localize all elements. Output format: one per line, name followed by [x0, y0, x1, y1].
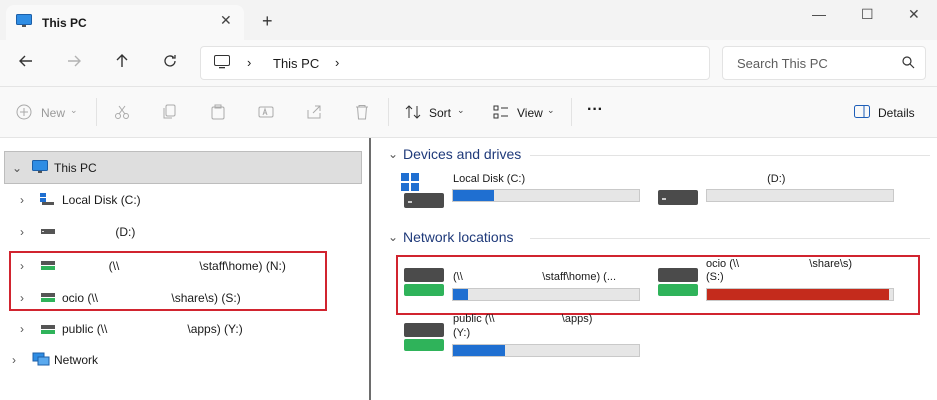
new-tab-button[interactable]: + [262, 11, 273, 32]
drive-name[interactable]: public (\\ \apps) [453, 313, 592, 325]
details-pane-icon [854, 105, 870, 118]
more-options-button[interactable]: ··· [587, 101, 603, 119]
cut-icon[interactable] [114, 104, 130, 120]
network-icon [32, 352, 50, 366]
chevron-down-icon[interactable]: ⌄ [388, 230, 398, 244]
tab-close-icon[interactable]: ✕ [220, 12, 232, 29]
chevron-down-icon: ⌄ [547, 105, 555, 115]
tab-title: This PC [42, 16, 87, 30]
usage-bar-fill [453, 190, 494, 201]
breadcrumb-this-pc[interactable]: This PC [273, 56, 319, 71]
refresh-button[interactable] [162, 53, 178, 74]
pane-splitter[interactable] [369, 138, 371, 400]
arrow-up-icon [116, 54, 128, 67]
highlight-box [9, 251, 327, 311]
monitor-icon [214, 55, 230, 69]
drive-icon [658, 190, 698, 205]
command-bar [0, 87, 937, 138]
breadcrumb-separator: › [247, 55, 252, 70]
windows-drive-icon [401, 173, 444, 208]
nav-label[interactable]: Local Disk (C:) [62, 193, 141, 207]
drive-name[interactable]: Local Disk (C:) [453, 173, 525, 185]
usage-bar [706, 189, 894, 202]
arrow-right-icon [68, 55, 81, 67]
new-button[interactable]: New [41, 106, 65, 120]
up-button[interactable] [114, 53, 130, 74]
drive-name[interactable]: (D:) [706, 173, 785, 185]
forward-button[interactable] [66, 53, 82, 74]
nav-label[interactable]: public (\\ \apps) (Y:) [62, 322, 243, 336]
chevron-down-icon[interactable]: ⌄ [388, 147, 398, 161]
copy-icon[interactable] [162, 104, 178, 120]
drive-icon [41, 229, 55, 234]
chevron-right-icon[interactable]: › [20, 225, 24, 239]
chevron-right-icon[interactable]: › [20, 322, 24, 336]
windows-drive-icon [40, 193, 54, 205]
back-button[interactable] [18, 53, 34, 74]
network-drive-icon [404, 323, 444, 351]
toolbar-divider [571, 98, 572, 126]
sort-icon [405, 105, 421, 119]
new-plus-icon [16, 104, 32, 120]
minimize-button[interactable]: — [812, 6, 826, 22]
usage-bar-fill [453, 345, 506, 356]
section-divider [530, 238, 930, 239]
nav-label: This PC [54, 161, 97, 175]
nav-label[interactable]: (D:) [62, 225, 135, 239]
toolbar-divider [388, 98, 389, 126]
rename-icon[interactable] [258, 104, 274, 120]
chevron-down-icon: ⌄ [457, 105, 465, 115]
details-button[interactable]: Details [878, 106, 915, 120]
view-icon [493, 105, 508, 119]
section-header-network[interactable]: Network locations [403, 229, 514, 245]
monitor-icon [16, 14, 32, 27]
chevron-right-icon[interactable]: › [12, 353, 16, 367]
highlight-box [396, 255, 920, 315]
nav-label[interactable]: Network [54, 353, 98, 367]
maximize-button[interactable]: ☐ [861, 6, 874, 23]
refresh-icon [164, 55, 176, 67]
paste-icon[interactable] [210, 104, 226, 120]
breadcrumb-expand-chevron[interactable]: › [335, 55, 339, 70]
drive-letter: (Y:) [453, 327, 471, 339]
view-button[interactable]: View [517, 106, 543, 120]
close-window-button[interactable]: ✕ [908, 6, 920, 23]
usage-bar [452, 189, 640, 202]
chevron-down-icon[interactable]: ⌄ [12, 161, 22, 175]
share-icon[interactable] [306, 104, 322, 120]
usage-bar [452, 344, 640, 357]
toolbar-divider [96, 98, 97, 126]
monitor-icon [32, 160, 48, 173]
search-placeholder: Search This PC [737, 56, 828, 71]
sort-button[interactable]: Sort [429, 106, 451, 120]
section-header-devices[interactable]: Devices and drives [403, 146, 521, 162]
search-icon [902, 56, 915, 69]
chevron-right-icon[interactable]: › [20, 193, 24, 207]
chevron-down-icon: ⌄ [70, 105, 78, 115]
network-drive-icon [41, 325, 55, 334]
section-divider [530, 155, 930, 156]
delete-icon[interactable] [354, 104, 370, 120]
arrow-left-icon [19, 55, 32, 67]
